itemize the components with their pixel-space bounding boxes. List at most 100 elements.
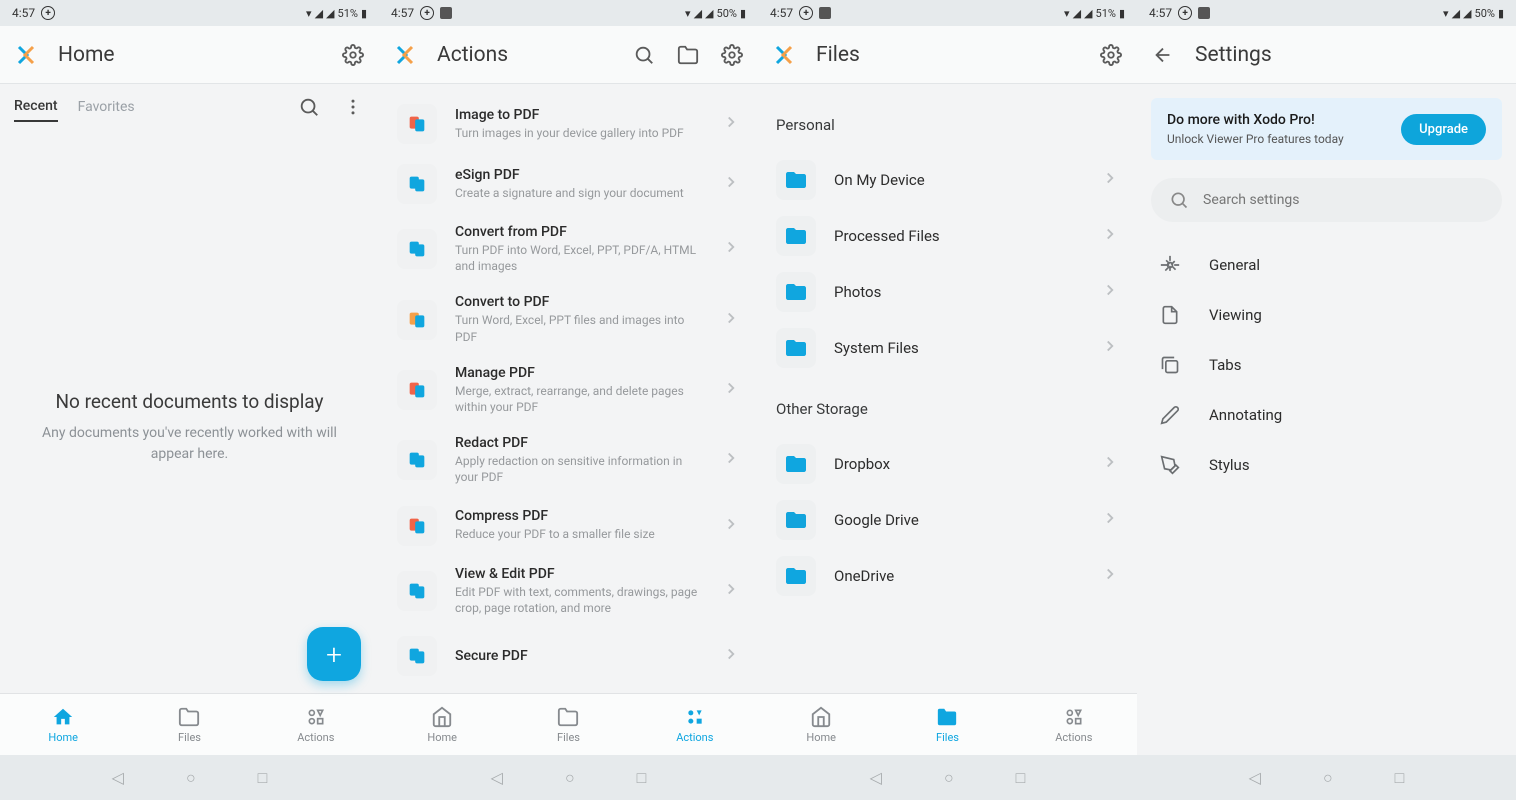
promo-subtitle: Unlock Viewer Pro features today — [1167, 132, 1387, 146]
recents-nav-icon[interactable]: □ — [258, 768, 268, 788]
action-item[interactable]: Image to PDFTurn images in your device g… — [379, 94, 758, 154]
nav-home[interactable]: Home — [379, 694, 505, 755]
action-item[interactable]: Redact PDFApply redaction on sensitive i… — [379, 425, 758, 495]
kebab-menu-icon[interactable] — [341, 95, 365, 119]
chevron-right-icon — [1101, 565, 1119, 587]
recents-nav-icon[interactable]: □ — [1395, 768, 1405, 788]
file-location-item[interactable]: OneDrive — [758, 548, 1137, 604]
action-item[interactable]: View & Edit PDFEdit PDF with text, comme… — [379, 556, 758, 626]
action-icon — [397, 370, 437, 410]
action-item[interactable]: Secure PDF — [379, 626, 758, 686]
settings-item[interactable]: Stylus — [1151, 440, 1502, 490]
action-icon — [397, 164, 437, 204]
file-location-label: Photos — [834, 283, 1083, 301]
signal-icon: ◢ — [1463, 7, 1471, 20]
status-time: 4:57 — [1149, 6, 1172, 20]
action-icon — [397, 229, 437, 269]
nav-files[interactable]: Files — [884, 694, 1010, 755]
search-settings-input[interactable] — [1203, 192, 1484, 208]
folder-icon — [776, 444, 816, 484]
nav-actions[interactable]: Actions — [632, 694, 758, 755]
action-subtitle: Apply redaction on sensitive information… — [455, 453, 704, 485]
nav-home[interactable]: Home — [758, 694, 884, 755]
file-location-item[interactable]: Photos — [758, 264, 1137, 320]
nav-home[interactable]: Home — [0, 694, 126, 755]
back-nav-icon[interactable]: ◁ — [491, 768, 503, 787]
xodo-logo-icon — [14, 43, 38, 67]
settings-item-label: Tabs — [1209, 356, 1241, 374]
tab-favorites[interactable]: Favorites — [78, 93, 135, 121]
action-item[interactable]: eSign PDFCreate a signature and sign you… — [379, 154, 758, 214]
xodo-logo-icon — [772, 43, 796, 67]
action-icon — [397, 104, 437, 144]
file-location-item[interactable]: Processed Files — [758, 208, 1137, 264]
folder-icon — [776, 500, 816, 540]
action-subtitle: Create a signature and sign your documen… — [455, 185, 704, 201]
empty-state: No recent documents to display Any docum… — [0, 130, 379, 465]
wifi-icon: ▾ — [306, 7, 312, 20]
action-icon — [397, 571, 437, 611]
wifi-icon: ▾ — [685, 7, 691, 20]
action-item[interactable]: Manage PDFMerge, extract, rearrange, and… — [379, 355, 758, 425]
wifi-icon: ▾ — [1064, 7, 1070, 20]
upgrade-button[interactable]: Upgrade — [1401, 114, 1486, 145]
action-subtitle: Reduce your PDF to a smaller file size — [455, 526, 704, 542]
recents-nav-icon[interactable]: □ — [1016, 768, 1026, 788]
file-location-label: System Files — [834, 339, 1083, 357]
chevron-right-icon — [722, 238, 740, 260]
tab-recent[interactable]: Recent — [14, 92, 58, 122]
empty-title: No recent documents to display — [24, 390, 355, 413]
action-item[interactable]: Convert to PDFTurn Word, Excel, PPT file… — [379, 284, 758, 354]
back-nav-icon[interactable]: ◁ — [112, 768, 124, 787]
section-personal: Personal — [758, 102, 1137, 152]
nav-files[interactable]: Files — [505, 694, 631, 755]
settings-icon[interactable] — [341, 43, 365, 67]
recents-nav-icon[interactable]: □ — [637, 768, 647, 788]
action-title: Compress PDF — [455, 508, 704, 524]
settings-item[interactable]: Tabs — [1151, 340, 1502, 390]
folder-icon — [776, 328, 816, 368]
nav-actions[interactable]: Actions — [1011, 694, 1137, 755]
signal-icon: ◢ — [1452, 7, 1460, 20]
search-icon[interactable] — [297, 95, 321, 119]
chevron-right-icon — [1101, 281, 1119, 303]
action-subtitle: Merge, extract, rearrange, and delete pa… — [455, 383, 704, 415]
fab-add-button[interactable]: + — [307, 627, 361, 681]
empty-subtitle: Any documents you've recently worked wit… — [24, 423, 355, 465]
system-navigation-bar: ◁ ○ □ ◁ ○ □ ◁ ○ □ ◁ ○ □ — [0, 755, 1516, 800]
settings-item[interactable]: Viewing — [1151, 290, 1502, 340]
home-nav-icon[interactable]: ○ — [1323, 768, 1333, 788]
file-location-label: Dropbox — [834, 455, 1083, 473]
bottom-nav: Home Files Actions — [758, 693, 1137, 755]
home-nav-icon[interactable]: ○ — [944, 768, 954, 788]
nav-actions[interactable]: Actions — [253, 694, 379, 755]
search-icon — [1169, 190, 1189, 210]
settings-item-icon — [1159, 404, 1181, 426]
settings-item[interactable]: Annotating — [1151, 390, 1502, 440]
action-item[interactable]: Compress PDF Reduce your PDF to a smaller… — [379, 496, 758, 556]
nav-files[interactable]: Files — [126, 694, 252, 755]
file-location-item[interactable]: System Files — [758, 320, 1137, 376]
search-icon[interactable] — [632, 43, 656, 67]
file-location-item[interactable]: On My Device — [758, 152, 1137, 208]
settings-icon[interactable] — [1099, 43, 1123, 67]
folder-icon[interactable] — [676, 43, 700, 67]
back-icon[interactable] — [1151, 43, 1175, 67]
file-location-item[interactable]: Google Drive — [758, 492, 1137, 548]
battery-pct: 51% — [1096, 7, 1116, 20]
status-right: ▾◢◢50%▮ — [1443, 7, 1504, 20]
back-nav-icon[interactable]: ◁ — [870, 768, 882, 787]
battery-icon: ▮ — [1119, 7, 1125, 20]
promo-title: Do more with Xodo Pro! — [1167, 112, 1387, 128]
home-nav-icon[interactable]: ○ — [186, 768, 196, 788]
home-nav-icon[interactable]: ○ — [565, 768, 575, 788]
action-item[interactable]: Convert from PDFTurn PDF into Word, Exce… — [379, 214, 758, 284]
settings-icon[interactable] — [720, 43, 744, 67]
settings-item-icon — [1159, 454, 1181, 476]
search-settings[interactable] — [1151, 178, 1502, 222]
back-nav-icon[interactable]: ◁ — [1249, 768, 1261, 787]
settings-item[interactable]: General — [1151, 240, 1502, 290]
bottom-nav: Home Files Actions — [0, 693, 379, 755]
settings-item-icon — [1159, 354, 1181, 376]
file-location-item[interactable]: Dropbox — [758, 436, 1137, 492]
